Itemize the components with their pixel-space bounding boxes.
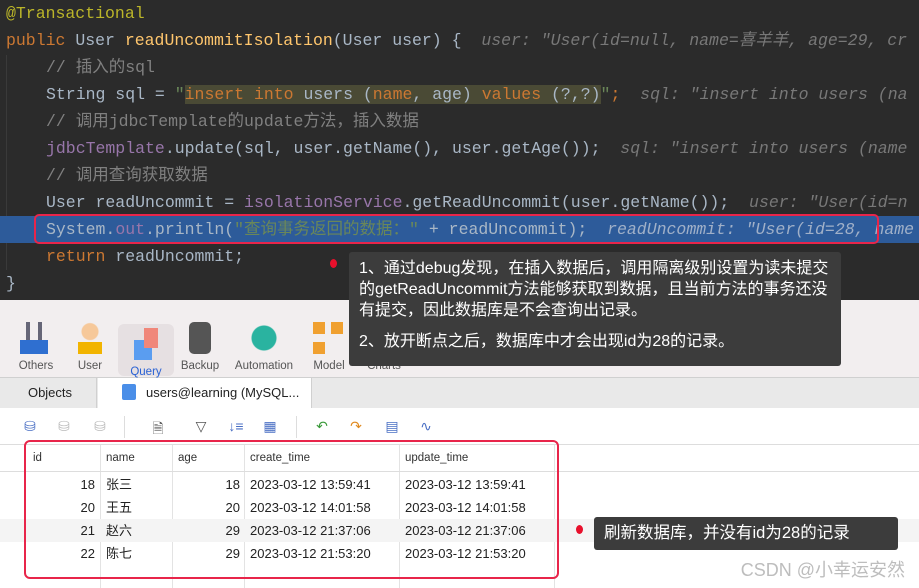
- filter-icon[interactable]: ▽: [193, 418, 209, 436]
- code-line: jdbcTemplate.update(sql, user.getName(),…: [46, 139, 908, 158]
- annotation-tooltip: 1、通过debug发现，在插入数据后，调用隔离级别设置为读未提交的getRead…: [349, 252, 841, 366]
- tools-icon: [20, 322, 52, 354]
- rollback-icon[interactable]: ⛁: [92, 418, 108, 436]
- code-line: User readUncommit = isolationService.get…: [46, 193, 908, 212]
- comment: // 调用jdbcTemplate的update方法，插入数据: [46, 112, 419, 131]
- table-icon: [122, 384, 136, 400]
- closing-brace: }: [6, 274, 16, 293]
- tab-bar: Objects users@learning (MySQL...: [0, 378, 919, 408]
- watermark: CSDN @小幸运安然: [740, 560, 905, 580]
- query-icon: [130, 328, 162, 360]
- toolbar-automation[interactable]: Automation: [232, 322, 296, 372]
- code-line: String sql = "insert into users (name, a…: [46, 85, 908, 104]
- sort-icon[interactable]: ↓≡: [228, 418, 244, 436]
- toolbar-backup[interactable]: Backup: [172, 322, 228, 372]
- text-icon[interactable]: 🗎: [150, 418, 166, 436]
- import-icon[interactable]: ↶: [314, 418, 330, 436]
- annotation-tooltip: 刷新数据库，并没有id为28的记录: [594, 517, 898, 550]
- method-signature: public User readUncommitIsolation(User u…: [6, 31, 908, 50]
- annotation-line: @Transactional: [6, 4, 145, 23]
- export-icon[interactable]: ↷: [348, 418, 364, 436]
- toolbar-query[interactable]: Query: [118, 324, 174, 378]
- tab-objects[interactable]: Objects: [4, 378, 97, 408]
- code-line: return readUncommit;: [46, 247, 245, 266]
- backup-icon: [189, 322, 211, 354]
- toolbar-others[interactable]: Others: [8, 322, 64, 372]
- data-icon[interactable]: ▤: [384, 418, 400, 436]
- begin-transaction-icon[interactable]: ⛁: [22, 418, 38, 436]
- comment: // 插入的sql: [46, 58, 155, 77]
- commit-icon[interactable]: ⛁: [56, 418, 72, 436]
- model-icon: [313, 322, 345, 354]
- tab-users-table[interactable]: users@learning (MySQL...: [98, 378, 312, 408]
- grid-view-icon[interactable]: ▦: [262, 418, 278, 436]
- comment: // 调用查询获取数据: [46, 166, 208, 185]
- table-highlight-box: [24, 440, 559, 579]
- chart-wave-icon[interactable]: ∿: [418, 418, 434, 436]
- user-icon: [74, 322, 106, 354]
- toolbar-user[interactable]: User: [62, 322, 118, 372]
- annotation-dot: [576, 525, 583, 534]
- annotation-dot: [330, 259, 337, 268]
- highlight-box: [34, 214, 879, 244]
- robot-icon: [248, 322, 280, 354]
